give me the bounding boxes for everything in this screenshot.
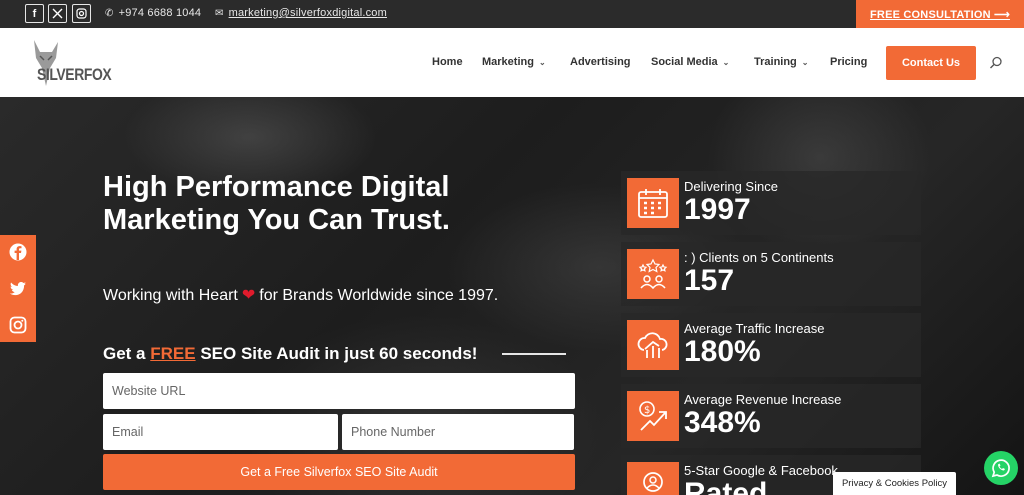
instagram-icon[interactable] [72, 4, 91, 23]
cloud-growth-icon [627, 320, 679, 370]
search-icon[interactable] [989, 56, 1003, 70]
stat-revenue-increase: $ Average Revenue Increase 348% [621, 384, 921, 448]
email-field[interactable]: Email [103, 414, 338, 450]
nav-social-media[interactable]: Social Media ⌄ [651, 56, 729, 68]
rated-user-icon [627, 462, 679, 495]
contact-us-button[interactable]: Contact Us [886, 46, 976, 80]
hero-title: High Performance Digital Marketing You C… [103, 171, 450, 236]
stat-delivering-since: Delivering Since 1997 [621, 171, 921, 235]
seo-audit-submit-button[interactable]: Get a Free Silverfox SEO Site Audit [103, 454, 575, 490]
website-url-input[interactable]: Website URL [103, 373, 575, 409]
hero-subtitle: Working with Heart ❤ for Brands Worldwide … [103, 287, 499, 304]
nav-training[interactable]: Training ⌄ [754, 56, 808, 68]
instagram-icon[interactable] [9, 316, 27, 334]
whatsapp-icon [991, 459, 1010, 478]
stat-traffic-increase: Average Traffic Increase 180% [621, 313, 921, 377]
svg-text:$: $ [644, 405, 650, 416]
stat-clients: : ) Clients on 5 Continents 157 [621, 242, 921, 306]
phone-icon: ✆ [105, 8, 114, 19]
main-navigation: SILVERFOX Home Marketing ⌄ Advertising So… [0, 28, 1024, 97]
x-twitter-icon[interactable] [48, 4, 67, 23]
whatsapp-chat-button[interactable] [984, 451, 1018, 485]
twitter-icon[interactable] [9, 280, 27, 298]
revenue-growth-icon: $ [627, 391, 679, 441]
divider-line [502, 353, 566, 355]
chevron-down-icon: ⌄ [538, 58, 546, 67]
silverfox-logo[interactable]: SILVERFOX [26, 38, 121, 88]
calendar-icon [627, 178, 679, 228]
email-contact[interactable]: ✉ marketing@silverfoxdigital.com [215, 7, 387, 19]
nav-advertising[interactable]: Advertising [570, 56, 631, 68]
free-consultation-button[interactable]: FREE CONSULTATION ⟶ [856, 0, 1024, 28]
heart-icon: ❤ [241, 287, 256, 304]
top-bar: f ✆ +974 6688 1044 ✉ marketing@silverfoxdi… [0, 0, 1024, 28]
hero-section: High Performance Digital Marketing You C… [0, 97, 1024, 495]
facebook-icon[interactable]: f [25, 4, 44, 23]
audit-heading: Get a FREE SEO Site Audit in just 60 sec… [103, 344, 478, 363]
clients-stars-icon [627, 249, 679, 299]
nav-home[interactable]: Home [432, 56, 463, 68]
chevron-down-icon: ⌄ [722, 58, 730, 67]
chevron-down-icon: ⌄ [801, 58, 809, 67]
logo-text: SILVERFOX [37, 65, 112, 84]
mail-icon: ✉ [215, 8, 224, 19]
phone-number-field[interactable]: Phone Number [342, 414, 574, 450]
nav-pricing[interactable]: Pricing [830, 56, 867, 68]
phone-contact[interactable]: ✆ +974 6688 1044 [105, 7, 201, 19]
floating-social-bar [0, 235, 36, 342]
facebook-icon[interactable] [9, 243, 27, 261]
nav-marketing[interactable]: Marketing ⌄ [482, 56, 546, 68]
privacy-cookies-policy-link[interactable]: Privacy & Cookies Policy [833, 472, 956, 495]
